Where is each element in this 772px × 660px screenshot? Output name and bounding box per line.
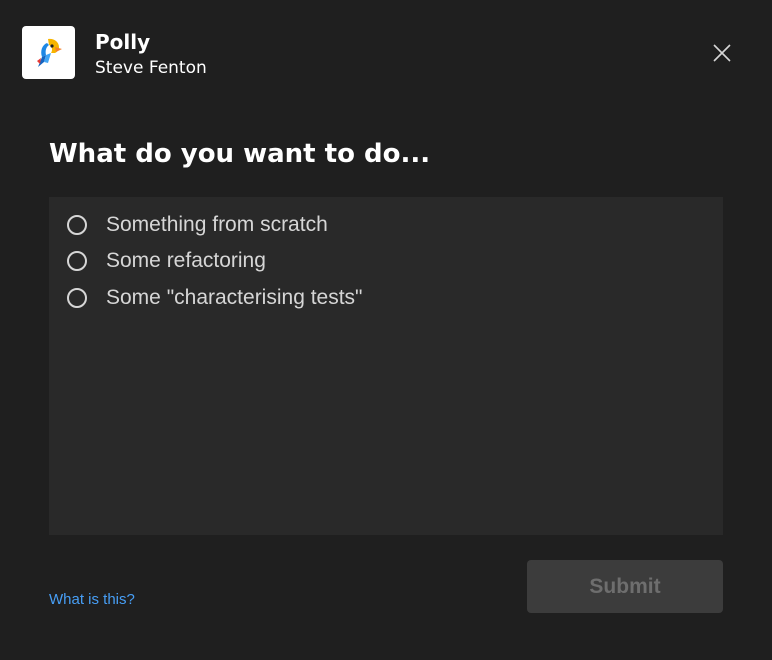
submit-button[interactable]: Submit bbox=[527, 560, 723, 613]
app-user-name: Steve Fenton bbox=[95, 58, 207, 78]
option-label: Something from scratch bbox=[106, 213, 328, 236]
option-characterising-tests[interactable]: Some "characterising tests" bbox=[64, 283, 704, 313]
question-title: What do you want to do... bbox=[49, 139, 431, 169]
app-name: Polly bbox=[95, 30, 151, 54]
parrot-logo-icon bbox=[37, 38, 62, 67]
dialog-header: Polly Steve Fenton bbox=[0, 0, 772, 100]
what-is-this-link[interactable]: What is this? bbox=[49, 590, 135, 610]
option-label: Some refactoring bbox=[106, 249, 266, 272]
option-label: Some "characterising tests" bbox=[106, 286, 363, 309]
options-panel: Something from scratch Some refactoring … bbox=[49, 197, 723, 535]
close-icon bbox=[713, 44, 731, 62]
app-logo bbox=[22, 26, 75, 79]
option-something-from-scratch[interactable]: Something from scratch bbox=[64, 210, 704, 240]
radio-button[interactable] bbox=[67, 215, 87, 235]
radio-button[interactable] bbox=[67, 251, 87, 271]
radio-button[interactable] bbox=[67, 288, 87, 308]
option-some-refactoring[interactable]: Some refactoring bbox=[64, 246, 704, 276]
close-button[interactable] bbox=[706, 37, 738, 69]
